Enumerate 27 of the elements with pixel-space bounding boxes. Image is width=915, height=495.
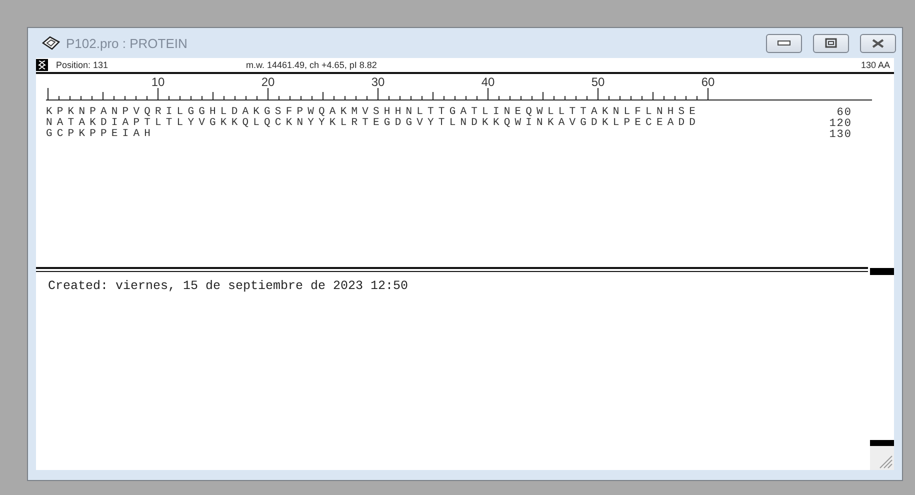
close-icon — [871, 38, 885, 48]
residue-count: 130 — [828, 128, 852, 140]
minimize-icon — [777, 40, 791, 46]
residue-count: 60 — [836, 106, 852, 118]
notes-text: Created: viernes, 15 de septiembre de 2023 12:50 — [47, 278, 410, 293]
stats-label: m.w. 14461.49, ch +4.65, pI 8.82 — [246, 60, 378, 70]
ruler-label: 10 — [151, 75, 165, 89]
minimize-button[interactable] — [766, 34, 802, 52]
maximize-button[interactable] — [813, 34, 849, 52]
document-icon — [42, 36, 60, 50]
sequence-line: NATAKDIAPTLTLYVGKKQLQCKNYYKLRTEGDGVYTLNDKKQWINKAVGDKLPECEADD — [46, 118, 702, 129]
ruler-label: 40 — [481, 75, 495, 89]
ruler-label: 50 — [591, 75, 605, 89]
split-handle[interactable] — [870, 268, 894, 275]
scroll-handle[interactable] — [870, 440, 894, 446]
ruler-label: 60 — [701, 75, 715, 89]
window-title: P102.pro : PROTEIN — [66, 36, 188, 50]
position-label: Position: 131 — [56, 60, 110, 70]
ruler-label: 20 — [261, 75, 275, 89]
close-button[interactable] — [860, 34, 896, 52]
ruler-label: 30 — [371, 75, 385, 89]
sequence-line: KPKNPANPVQRILGGHLDAKGSFPWQAKMVSHHNLTTGATLINEQWLLTTAKNLFLNHSE — [46, 107, 702, 118]
sequence-icon[interactable] — [36, 59, 48, 71]
sequence-line: GCPKPPEIAH — [46, 129, 156, 140]
maximize-icon — [825, 38, 837, 48]
residue-count: 120 — [828, 118, 852, 130]
length-label: 130 AA — [860, 60, 890, 70]
